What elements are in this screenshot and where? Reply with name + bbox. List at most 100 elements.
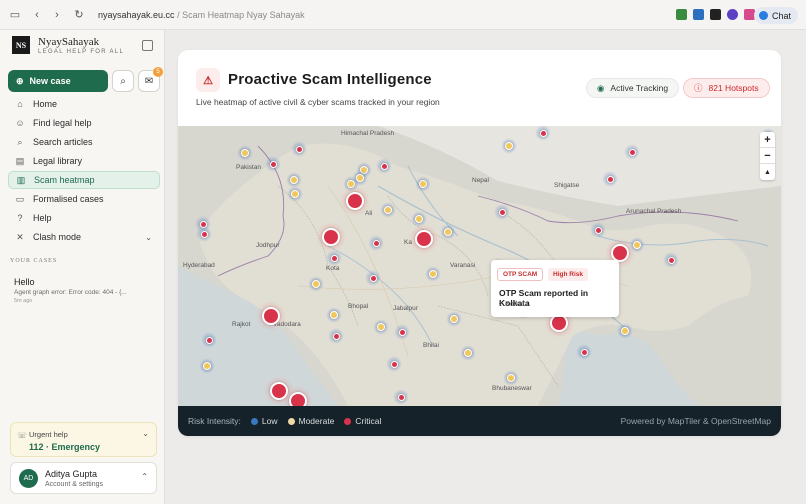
hotspot-marker[interactable] xyxy=(429,270,437,278)
sidebar-item-search-articles[interactable]: ⌕ Search articles xyxy=(8,133,160,151)
hotspot-marker[interactable] xyxy=(372,239,380,247)
forward-icon[interactable]: › xyxy=(50,8,64,22)
hotspot-marker[interactable] xyxy=(262,307,280,325)
hotspot-marker[interactable] xyxy=(633,241,641,249)
hotspot-marker[interactable] xyxy=(415,230,433,248)
hotspot-marker[interactable] xyxy=(332,332,340,340)
hotspot-marker[interactable] xyxy=(507,374,515,382)
hotspot-marker[interactable] xyxy=(539,129,547,137)
hotspot-marker[interactable] xyxy=(377,323,385,331)
hotspot-marker[interactable] xyxy=(346,192,364,210)
logo[interactable]: NS xyxy=(12,36,30,54)
sidebar-item-legal-library[interactable]: ▤ Legal library xyxy=(8,152,160,170)
sidebar-item-scam-heatmap[interactable]: ▥ Scam heatmap xyxy=(8,171,160,189)
sidebar-toggle-icon[interactable]: ▭ xyxy=(8,8,22,22)
hotspot-marker[interactable] xyxy=(621,327,629,335)
scam-heatmap[interactable]: Himachal Pradesh Pakistan Nepal Shigatse… xyxy=(178,126,781,406)
hotspot-marker[interactable] xyxy=(289,392,307,406)
nav-label: Help xyxy=(33,213,52,223)
map-label: Shigatse xyxy=(554,182,580,189)
hotspot-marker[interactable] xyxy=(498,208,506,216)
map-label: Bhubaneswar xyxy=(492,385,532,392)
urgent-help-panel[interactable]: ☏ Urgent help 112 · Emergency ⌄ xyxy=(10,422,157,457)
account-menu[interactable]: AD Aditya Gupta Account & settings ⌃ xyxy=(10,462,157,494)
hotspot-marker[interactable] xyxy=(200,230,208,238)
hotspot-marker[interactable] xyxy=(444,228,452,236)
legend-moderate-label: Moderate xyxy=(298,416,335,426)
hotspot-marker[interactable] xyxy=(505,142,513,150)
hotspot-marker[interactable] xyxy=(330,311,338,319)
hotspot-marker[interactable] xyxy=(397,393,405,401)
user-name: Aditya Gupta xyxy=(45,469,98,479)
zoom-controls: + − ▲ xyxy=(760,132,775,180)
sidebar-item-formalised-cases[interactable]: ▭ Formalised cases xyxy=(8,190,160,208)
reload-icon[interactable]: ↻ xyxy=(72,8,86,22)
sidebar-item-find-legal-help[interactable]: ☺ Find legal help xyxy=(8,114,160,132)
hotspot-marker[interactable] xyxy=(312,280,320,288)
hotspot-marker[interactable] xyxy=(398,328,406,336)
hotspot-popup[interactable]: OTP SCAM High Risk OTP Scam reported in … xyxy=(491,260,619,317)
hotspot-marker[interactable] xyxy=(450,315,458,323)
hotspot-marker[interactable] xyxy=(290,176,298,184)
search-icon: ⌕ xyxy=(17,136,23,147)
new-case-button[interactable]: ⊕ New case xyxy=(8,70,108,92)
hotspot-marker[interactable] xyxy=(205,336,213,344)
hotspot-marker[interactable] xyxy=(295,145,303,153)
search-button[interactable]: ⌕ xyxy=(112,70,134,92)
hotspot-marker[interactable] xyxy=(606,175,614,183)
page-subtitle: Live heatmap of active civil & cyber sca… xyxy=(196,97,440,107)
brand-tagline: LEGAL HELP FOR ALL xyxy=(38,49,125,55)
help-icon: ? xyxy=(17,213,23,223)
hotspot-marker[interactable] xyxy=(594,226,602,234)
folder-icon: ▭ xyxy=(15,193,25,204)
map-label: Kota xyxy=(326,265,340,272)
chat-icon xyxy=(758,11,768,20)
chat-label: Chat xyxy=(771,10,791,21)
hotspot-marker[interactable] xyxy=(419,180,427,188)
extension-icon[interactable] xyxy=(710,9,721,20)
hotspot-marker[interactable] xyxy=(628,148,636,156)
legend-low-label: Low xyxy=(261,416,278,426)
emergency-number: 112 · Emergency xyxy=(29,442,101,452)
map-legend: Risk Intensity: Low Moderate Critical Po… xyxy=(178,406,781,436)
chevron-up-icon: ⌃ xyxy=(141,472,148,481)
urgent-help-title: Urgent help xyxy=(29,430,68,439)
hotspot-marker[interactable] xyxy=(322,228,340,246)
hotspot-marker[interactable] xyxy=(369,274,377,282)
sidebar-item-home[interactable]: ⌂ Home xyxy=(8,95,160,113)
low-swatch xyxy=(250,417,258,425)
collapse-sidebar-icon[interactable] xyxy=(142,40,153,51)
hotspot-marker[interactable] xyxy=(380,162,388,170)
hotspot-marker[interactable] xyxy=(390,360,398,368)
case-title[interactable]: Hello xyxy=(14,277,35,287)
hotspot-marker[interactable] xyxy=(667,256,675,264)
extension-icon[interactable] xyxy=(727,9,738,20)
map-label: Bhilai xyxy=(423,342,439,349)
hotspots-label: 821 Hotspots xyxy=(708,83,759,93)
phone-icon: ☏ xyxy=(17,431,28,440)
hotspot-marker[interactable] xyxy=(269,160,277,168)
inbox-button[interactable]: ✉ 5 xyxy=(138,67,163,92)
hotspot-marker[interactable] xyxy=(356,174,364,182)
chat-button[interactable]: Chat xyxy=(753,7,798,24)
hotspot-marker[interactable] xyxy=(291,190,299,198)
sidebar-item-clash-mode[interactable]: ✕ Clash mode ⌄ xyxy=(8,228,160,246)
map-label: Jodhpur xyxy=(256,242,280,249)
hotspot-marker[interactable] xyxy=(464,349,472,357)
nav-label: Clash mode xyxy=(33,232,82,242)
zoom-in-button[interactable]: + xyxy=(760,132,775,148)
hotspot-marker[interactable] xyxy=(384,206,392,214)
hotspot-marker[interactable] xyxy=(580,348,588,356)
extension-icon[interactable] xyxy=(693,9,704,20)
zoom-out-button[interactable]: − xyxy=(760,148,775,164)
back-icon[interactable]: ‹ xyxy=(30,8,44,22)
extension-icon[interactable] xyxy=(676,9,687,20)
reset-north-button[interactable]: ▲ xyxy=(760,164,775,180)
hotspot-marker[interactable] xyxy=(415,215,423,223)
hotspot-marker[interactable] xyxy=(241,149,249,157)
hotspot-marker[interactable] xyxy=(203,362,211,370)
address-bar[interactable]: nyaysahayak.eu.cc / Scam Heatmap Nyay Sa… xyxy=(98,10,305,20)
hotspot-marker[interactable] xyxy=(330,254,338,262)
home-icon: ⌂ xyxy=(17,99,23,109)
sidebar-item-help[interactable]: ? Help xyxy=(8,209,160,227)
